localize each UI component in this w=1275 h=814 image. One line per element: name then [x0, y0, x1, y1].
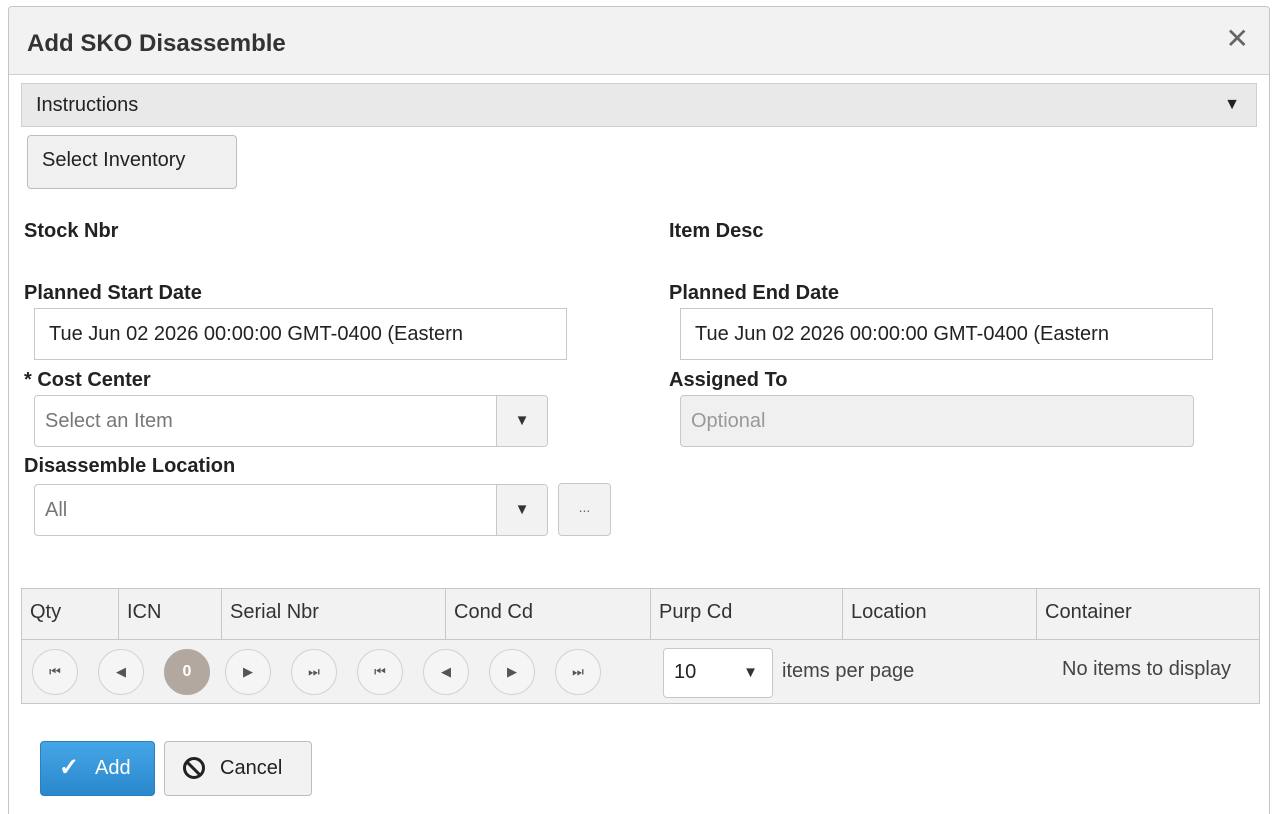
grid-pager: ⏮ ◀ 0 ▶ ⏭ ⏮ ◀ ▶ ⏭ 10 ▼ items per page No… — [22, 640, 1259, 703]
page-size-dropdown[interactable]: 10 ▼ — [663, 648, 773, 698]
cancel-button-label: Cancel — [220, 757, 283, 779]
next-page-icon[interactable]: ▶ — [489, 649, 535, 695]
column-header-container[interactable]: Container — [1037, 589, 1259, 639]
planned-start-date-label: Planned Start Date — [24, 282, 202, 304]
column-header-location[interactable]: Location — [843, 589, 1037, 639]
assigned-to-label: Assigned To — [669, 369, 788, 391]
add-button-label: Add — [95, 757, 131, 779]
checkmark-icon: ✓ — [59, 754, 80, 781]
chevron-down-icon: ▼ — [743, 664, 758, 681]
items-per-page-label: items per page — [782, 660, 915, 682]
planned-end-date-input[interactable]: Tue Jun 02 2026 00:00:00 GMT-0400 (Easte… — [680, 308, 1213, 360]
cancel-button[interactable]: Cancel — [164, 741, 312, 796]
previous-page-icon[interactable]: ◀ — [98, 649, 144, 695]
current-page[interactable]: 0 — [164, 649, 210, 695]
cancel-icon — [183, 757, 205, 779]
planned-end-date-label: Planned End Date — [669, 282, 840, 304]
item-desc-label: Item Desc — [669, 220, 764, 242]
next-page-icon[interactable]: ▶ — [225, 649, 271, 695]
select-inventory-button[interactable]: Select Inventory — [27, 135, 237, 189]
select-inventory-label: Select Inventory — [42, 149, 186, 171]
cost-center-placeholder: Select an Item — [45, 410, 173, 432]
column-header-purp-cd[interactable]: Purp Cd — [651, 589, 843, 639]
first-page-icon[interactable]: ⏮ — [357, 649, 403, 695]
page-size-value: 10 — [674, 661, 697, 683]
assigned-to-input: Optional — [680, 395, 1194, 447]
add-button[interactable]: ✓ Add — [40, 741, 155, 796]
column-header-icn[interactable]: ICN — [119, 589, 222, 639]
column-header-cond-cd[interactable]: Cond Cd — [446, 589, 651, 639]
disassemble-location-label: Disassemble Location — [24, 455, 236, 477]
inventory-grid: Qty ICN Serial Nbr Cond Cd Purp Cd Locat… — [21, 588, 1260, 704]
close-icon[interactable]: ✕ — [1226, 25, 1249, 53]
instructions-label: Instructions — [36, 94, 139, 116]
add-sko-disassemble-dialog: Add SKO Disassemble ✕ Instructions ▼ Sel… — [8, 6, 1270, 814]
cost-center-label: * Cost Center — [24, 369, 151, 391]
dialog-title: Add SKO Disassemble — [27, 30, 286, 57]
location-lookup-button[interactable]: ... — [558, 483, 611, 536]
last-page-icon[interactable]: ⏭ — [291, 649, 337, 695]
cost-center-dropdown[interactable]: Select an Item ▼ — [34, 395, 548, 447]
stock-nbr-label: Stock Nbr — [24, 220, 119, 242]
caret-down-icon: ▼ — [1224, 96, 1240, 113]
disassemble-location-value: All — [45, 499, 68, 521]
previous-page-icon[interactable]: ◀ — [423, 649, 469, 695]
disassemble-location-dropdown[interactable]: All ▼ — [34, 484, 548, 536]
column-header-serial-nbr[interactable]: Serial Nbr — [222, 589, 446, 639]
column-header-qty[interactable]: Qty — [22, 589, 119, 639]
chevron-down-icon[interactable]: ▼ — [496, 485, 547, 535]
last-page-icon[interactable]: ⏭ — [555, 649, 601, 695]
first-page-icon[interactable]: ⏮ — [32, 649, 78, 695]
planned-start-date-value: Tue Jun 02 2026 00:00:00 GMT-0400 (Easte… — [49, 323, 463, 345]
grid-header: Qty ICN Serial Nbr Cond Cd Purp Cd Locat… — [22, 589, 1259, 640]
planned-end-date-value: Tue Jun 02 2026 00:00:00 GMT-0400 (Easte… — [695, 323, 1109, 345]
planned-start-date-input[interactable]: Tue Jun 02 2026 00:00:00 GMT-0400 (Easte… — [34, 308, 567, 360]
pager-status: No items to display — [1062, 658, 1231, 680]
chevron-down-icon[interactable]: ▼ — [496, 396, 547, 446]
dialog-titlebar: Add SKO Disassemble ✕ — [9, 7, 1269, 75]
instructions-panel-header[interactable]: Instructions ▼ — [21, 83, 1257, 127]
assigned-to-placeholder: Optional — [691, 410, 766, 432]
